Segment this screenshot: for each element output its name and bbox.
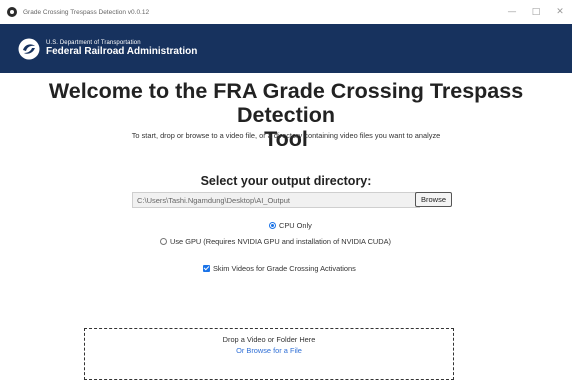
- use-gpu-label: Use GPU (Requires NVIDIA GPU and install…: [170, 237, 391, 246]
- video-dropzone[interactable]: Drop a Video or Folder Here Or Browse fo…: [84, 328, 454, 380]
- skim-videos-option[interactable]: Skim Videos for Grade Crossing Activatio…: [203, 264, 356, 273]
- cpu-only-option[interactable]: CPU Only: [269, 221, 312, 230]
- browse-file-link[interactable]: Or Browse for a File: [85, 346, 453, 355]
- window-controls: — □ ✕: [500, 0, 572, 24]
- minimize-icon[interactable]: —: [500, 0, 524, 24]
- maximize-icon[interactable]: □: [524, 0, 548, 24]
- window-title: Grade Crossing Trespass Detection v0.0.1…: [23, 8, 150, 16]
- department-name: U.S. Department of Transportation: [46, 39, 141, 46]
- fra-header: U.S. Department of Transportation Federa…: [0, 24, 572, 73]
- browse-button[interactable]: Browse: [415, 192, 452, 207]
- cpu-only-label: CPU Only: [279, 221, 312, 230]
- dropzone-text: Drop a Video or Folder Here: [222, 335, 316, 344]
- output-directory-field[interactable]: [132, 192, 420, 208]
- use-gpu-radio[interactable]: [160, 238, 167, 245]
- dot-logo-icon: [18, 38, 40, 59]
- page-title: Welcome to the FRA Grade Crossing Trespa…: [0, 79, 572, 151]
- skim-videos-label: Skim Videos for Grade Crossing Activatio…: [213, 264, 356, 273]
- agency-branding: U.S. Department of Transportation Federa…: [46, 40, 197, 58]
- app-icon: [7, 7, 17, 17]
- close-icon[interactable]: ✕: [548, 0, 572, 24]
- window-titlebar: Grade Crossing Trespass Detection v0.0.1…: [0, 0, 572, 24]
- skim-videos-checkbox[interactable]: [203, 265, 210, 272]
- use-gpu-option[interactable]: Use GPU (Requires NVIDIA GPU and install…: [160, 237, 391, 246]
- agency-name: Federal Railroad Administration: [46, 46, 198, 58]
- page-title-line1: Welcome to the FRA Grade Crossing Trespa…: [48, 79, 524, 127]
- instructions-text: To start, drop or browse to a video file…: [131, 131, 441, 140]
- output-directory-heading: Select your output directory:: [200, 174, 372, 188]
- cpu-only-radio[interactable]: [269, 222, 276, 229]
